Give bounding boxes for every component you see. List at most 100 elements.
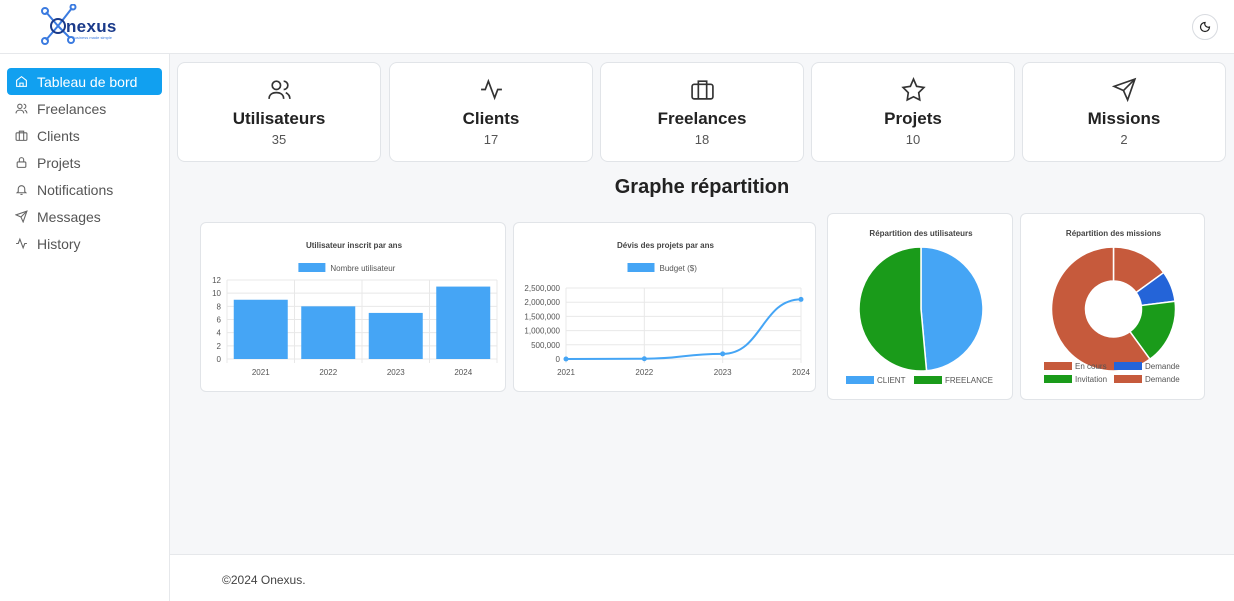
y-tick-label: 1,000,000 (524, 327, 560, 336)
legend-label: Budget ($) (660, 264, 698, 273)
y-tick-label: 2,500,000 (524, 284, 560, 293)
stat-title: Missions (1087, 109, 1161, 128)
stat-value: 17 (483, 132, 499, 147)
brand-logo[interactable]: nexus Business made simple (36, 3, 126, 48)
sidebar-item-projets[interactable]: Projets (7, 149, 162, 176)
activity-icon (390, 77, 592, 105)
users-icon (178, 77, 380, 105)
briefcase-icon (14, 129, 28, 143)
legend-label: CLIENT (877, 376, 906, 385)
x-tick-label: 2022 (319, 368, 337, 377)
series-line (565, 298, 802, 360)
data-point (798, 296, 804, 302)
sidebar-item-history[interactable]: History (7, 230, 162, 257)
chart-card-users-split: Répartition des utilisateurs CLIENT FREELA… (827, 213, 1013, 400)
footer: ©2024 Onexus. (170, 554, 1234, 601)
stat-title: Clients (462, 109, 520, 128)
sidebar-item-label: Freelances (37, 100, 107, 117)
legend-swatch (846, 376, 874, 384)
bar (301, 306, 356, 359)
x-tick-label: 2022 (635, 368, 653, 377)
legend-label: Invitation (1075, 375, 1107, 384)
bar (436, 286, 491, 359)
legend-swatch (298, 263, 326, 272)
doughnut-chart: Répartition des missions En cours Demande I… (1044, 229, 1180, 384)
y-tick-label: 2,000,000 (524, 298, 560, 307)
y-tick-label: 0 (217, 355, 222, 364)
brand-tagline: Business made simple (72, 35, 113, 40)
moon-icon (1199, 21, 1211, 33)
y-tick-label: 12 (212, 276, 221, 285)
legend-label: En cours (1075, 362, 1107, 371)
stat-value: 35 (271, 132, 287, 147)
sidebar-item-notifications[interactable]: Notifications (7, 176, 162, 203)
bar-chart: Utilisateur inscrit par ans Nombre utilis… (212, 241, 498, 377)
x-tick-label: 2021 (252, 368, 270, 377)
legend-swatch (1044, 375, 1072, 383)
sidebar-item-tableau-de-bord[interactable]: Tableau de bord (7, 68, 162, 95)
bell-icon (14, 183, 28, 197)
stat-card-missions[interactable]: Missions 2 (1022, 62, 1226, 162)
home-icon (14, 75, 28, 89)
chart-card-missions-split: Répartition des missions En cours Demande I… (1020, 213, 1205, 400)
star-icon (812, 77, 1014, 105)
y-tick-label: 6 (217, 316, 222, 325)
legend-label: Nombre utilisateur (330, 264, 395, 273)
chart-title: Répartition des missions (1066, 229, 1162, 238)
sidebar: Tableau de bord Freelances Clients Proje… (0, 54, 170, 601)
stat-value: 18 (694, 132, 710, 147)
chart-title: Dévis des projets par ans (617, 241, 714, 250)
line-chart: Dévis des projets par ans Budget ($) 0 500,… (524, 241, 810, 377)
sidebar-item-freelances[interactable]: Freelances (7, 95, 162, 122)
stat-title: Projets (884, 109, 942, 128)
lock-icon (14, 156, 28, 170)
x-tick-label: 2023 (387, 368, 405, 377)
footer-copyright: ©2024 Onexus. (222, 573, 306, 587)
sidebar-item-label: Tableau de bord (37, 73, 138, 90)
chart-card-users-per-year: Utilisateur inscrit par ans Nombre utilis… (200, 222, 506, 392)
top-bar: nexus Business made simple (0, 0, 1234, 54)
pie-slice (858, 246, 928, 372)
data-point (641, 356, 647, 362)
x-tick-label: 2024 (454, 368, 472, 377)
stat-card-utilisateurs[interactable]: Utilisateurs 35 (177, 62, 381, 162)
stat-card-projets[interactable]: Projets 10 (811, 62, 1015, 162)
data-point (563, 356, 569, 362)
legend-swatch (1044, 362, 1072, 370)
activity-icon (14, 237, 28, 251)
theme-toggle-button[interactable] (1192, 14, 1218, 40)
stat-title: Utilisateurs (232, 109, 326, 128)
legend-label: Demande (1145, 375, 1180, 384)
stat-value: 2 (1120, 132, 1128, 147)
x-tick-label: 2023 (714, 368, 732, 377)
stat-card-clients[interactable]: Clients 17 (389, 62, 593, 162)
legend-swatch (914, 376, 942, 384)
y-tick-label: 0 (556, 355, 561, 364)
bar (368, 312, 423, 359)
send-icon (1023, 77, 1225, 105)
x-tick-label: 2024 (792, 368, 810, 377)
sidebar-item-label: Projets (37, 154, 81, 171)
legend-label: Demande (1145, 362, 1180, 371)
legend-swatch (627, 263, 655, 272)
brand-name: nexus (66, 17, 117, 36)
sidebar-item-clients[interactable]: Clients (7, 122, 162, 149)
pie-slice (920, 246, 984, 372)
chart-card-budget-per-year: Dévis des projets par ans Budget ($) 0 500,… (513, 222, 816, 392)
x-tick-label: 2021 (557, 368, 575, 377)
sidebar-item-messages[interactable]: Messages (7, 203, 162, 230)
y-tick-label: 10 (212, 289, 221, 298)
y-tick-label: 4 (217, 329, 222, 338)
sidebar-item-label: Notifications (37, 181, 114, 198)
data-point (720, 351, 726, 357)
pie-chart: Répartition des utilisateurs CLIENT FREELA… (846, 229, 993, 385)
stat-card-freelances[interactable]: Freelances 18 (600, 62, 804, 162)
sidebar-item-label: Messages (37, 208, 101, 225)
briefcase-icon (601, 77, 803, 105)
chart-title: Utilisateur inscrit par ans (306, 241, 403, 250)
legend-swatch (1114, 375, 1142, 383)
legend-label: FREELANCE (945, 376, 993, 385)
y-tick-label: 2 (217, 342, 222, 351)
stat-value: 10 (905, 132, 921, 147)
section-title: Graphe répartition (614, 176, 790, 198)
